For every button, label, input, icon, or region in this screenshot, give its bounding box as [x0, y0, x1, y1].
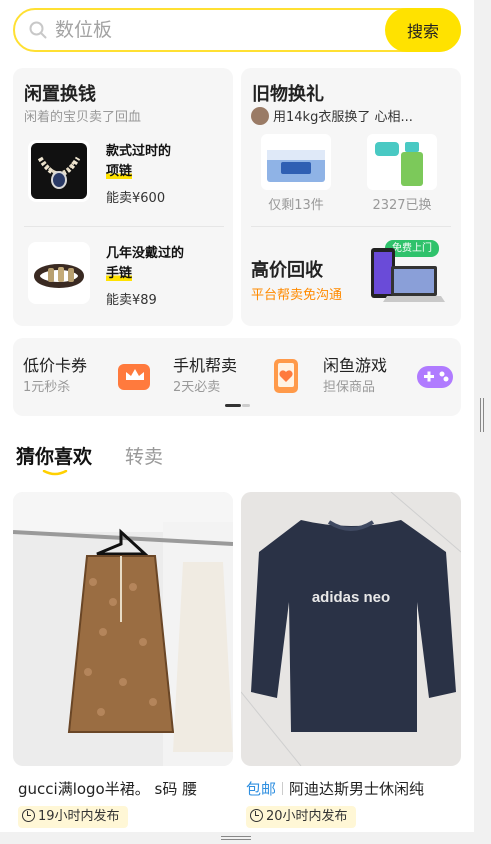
tissue-caption: 仅剩13件	[268, 198, 324, 213]
service-game-title: 闲鱼游戏	[323, 356, 388, 375]
horizontal-scroll-thumb[interactable]	[221, 836, 251, 840]
feed-item-skirt[interactable]: gucci满logo半裙。 s码 腰 19小时内发布	[13, 492, 233, 832]
phone-heart-icon	[274, 359, 298, 393]
bracelet-price: 能卖¥89	[106, 293, 157, 308]
idle-sell-title: 闲置换钱	[24, 84, 96, 105]
tissue-image	[261, 134, 331, 190]
sweater-brand-print: adidas neo	[312, 589, 390, 606]
horizontal-scrollbar[interactable]	[0, 832, 491, 844]
service-game-subtitle: 担保商品	[323, 380, 376, 395]
service-game[interactable]: 闲鱼游戏 担保商品	[313, 352, 458, 400]
skirt-title: gucci满logo半裙。 s码 腰	[18, 780, 198, 798]
search-button[interactable]: 搜索	[385, 8, 461, 52]
recycle-title: 高价回收	[251, 260, 323, 281]
card-divider	[24, 226, 224, 227]
vertical-scroll-thumb[interactable]	[480, 398, 484, 432]
skirt-image	[13, 492, 233, 766]
card-divider	[251, 226, 451, 227]
bracelet-name: 几年没戴过的 手链	[106, 246, 185, 281]
idle-sell-card[interactable]: 闲置换钱 闲着的宝贝卖了回血 款式过时的 项链 能卖¥600 几年没戴过的 手链…	[13, 68, 233, 326]
vertical-scrollbar[interactable]	[474, 0, 491, 832]
tab-guess-you-like[interactable]: 猜你喜欢	[16, 442, 92, 469]
tab-resell[interactable]: 转卖	[125, 442, 163, 469]
skirt-post-time: 19小时内发布	[18, 806, 128, 828]
service-phone-subtitle: 2天必卖	[173, 380, 221, 395]
clock-icon	[250, 809, 263, 822]
repellent-image	[367, 134, 437, 190]
idle-sell-subtitle: 闲着的宝贝卖了回血	[24, 110, 142, 125]
service-coupon[interactable]: 低价卡券 1元秒杀	[13, 352, 158, 400]
indicator-inactive	[242, 404, 250, 407]
idle-item-necklace[interactable]: 款式过时的 项链 能卖¥600	[24, 140, 224, 210]
app-screen: 搜索 闲置换钱 闲着的宝贝卖了回血 款式过时的项链 能卖¥600	[0, 0, 474, 832]
necklace-price: 能卖¥600	[106, 191, 166, 206]
swap-activity-line: 用14kg衣服换了 心相...	[251, 106, 413, 125]
necklace-image	[28, 140, 90, 202]
carousel-indicator	[225, 404, 251, 407]
service-coupon-title: 低价卡券	[23, 356, 88, 375]
service-coupon-subtitle: 1元秒杀	[23, 380, 71, 395]
idle-item-bracelet[interactable]: 几年没戴过的 手链 能卖¥89	[24, 242, 224, 312]
clock-icon	[22, 809, 35, 822]
swap-item-repellent[interactable]: 2327已换	[367, 134, 437, 213]
tab-underline	[42, 470, 68, 476]
repellent-caption: 2327已换	[372, 198, 432, 213]
swap-gift-card[interactable]: 旧物换礼 用14kg衣服换了 心相... 仅剩13件 2327已换 高价回收 平…	[241, 68, 461, 326]
service-phone-sell[interactable]: 手机帮卖 2天必卖	[163, 352, 308, 400]
free-shipping-tag: 包邮	[246, 780, 277, 798]
devices-image	[371, 248, 445, 302]
avatar	[251, 107, 269, 125]
search-icon	[29, 21, 47, 39]
swap-item-tissue[interactable]: 仅剩13件	[261, 134, 331, 213]
indicator-active	[225, 404, 241, 407]
necklace-name: 款式过时的 项链	[106, 144, 172, 179]
search-input[interactable]	[55, 16, 375, 44]
search-bar: 搜索	[13, 8, 461, 52]
crown-card-icon	[118, 364, 150, 390]
bracelet-image	[28, 242, 90, 304]
services-row: 低价卡券 1元秒杀 手机帮卖 2天必卖 闲鱼游戏 担保商品	[13, 338, 461, 416]
sweater-title: 包邮 阿迪达斯男士休闲纯	[246, 780, 425, 798]
sweater-image: adidas neo	[241, 492, 461, 766]
service-phone-title: 手机帮卖	[173, 356, 238, 375]
gamepad-icon	[417, 366, 453, 388]
sweater-post-time: 20小时内发布	[246, 806, 356, 828]
recycle-subtitle: 平台帮卖免沟通	[251, 288, 343, 303]
swap-gift-title: 旧物换礼	[252, 84, 324, 105]
feed-item-sweater[interactable]: adidas neo 包邮 阿迪达斯男士休闲纯 20小时内发布	[241, 492, 461, 832]
